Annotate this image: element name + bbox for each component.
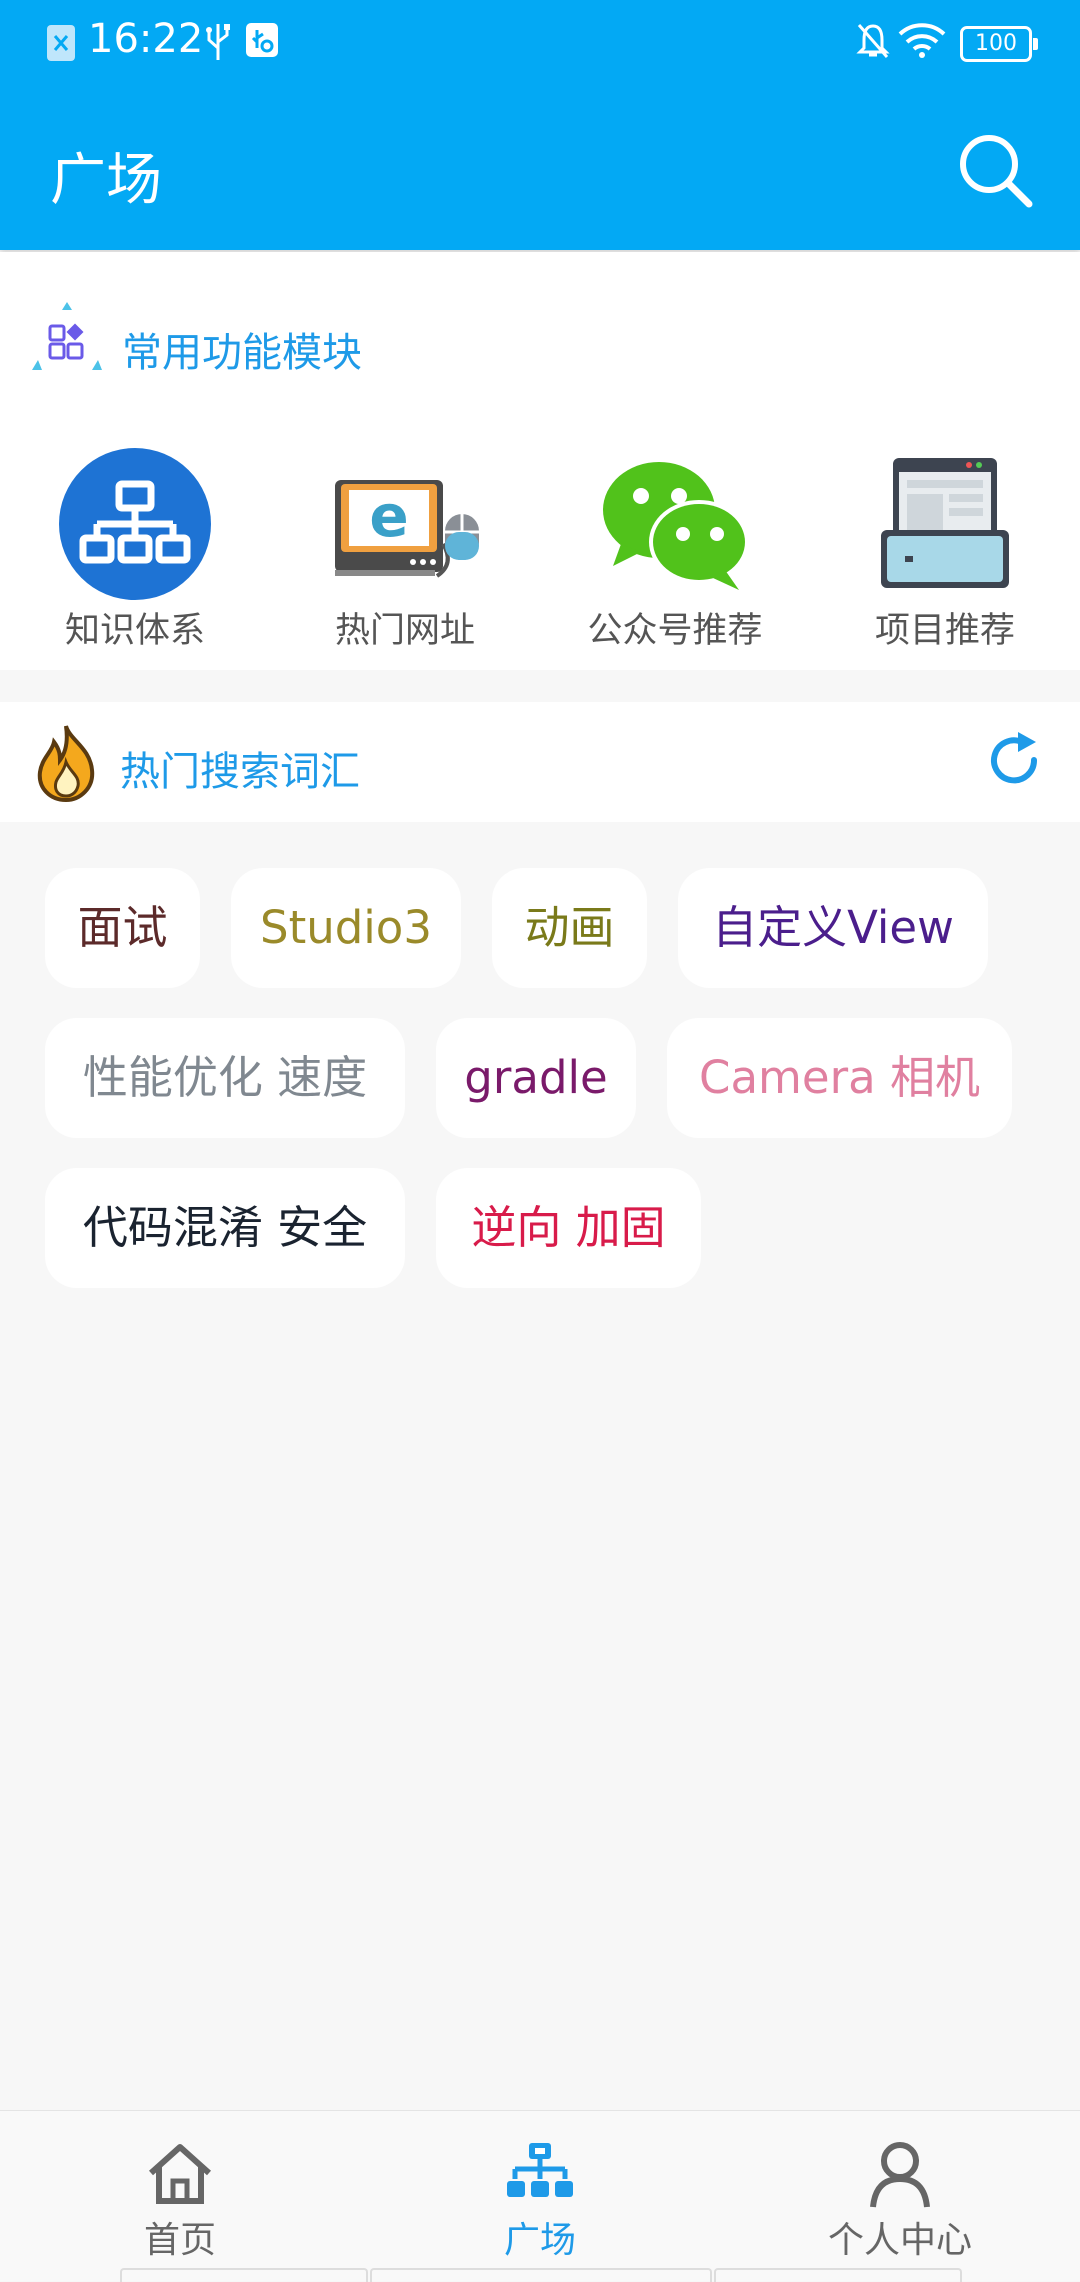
usb-icon — [206, 24, 230, 60]
wifi-icon — [898, 23, 946, 58]
module-label: 公众号推荐 — [587, 611, 763, 651]
hot-tag[interactable]: gradle — [436, 1018, 636, 1138]
modules-section-title: 常用功能模块 — [122, 330, 362, 376]
module-knowledge-system[interactable]: 知识体系 — [0, 444, 270, 674]
hot-tag[interactable]: 性能优化 速度 — [45, 1018, 405, 1138]
hot-tag[interactable]: 面试 — [45, 868, 200, 988]
browser-computer-icon: e — [335, 480, 479, 578]
status-bar: 16:22 100 — [0, 0, 1080, 84]
refresh-icon[interactable] — [984, 730, 1046, 792]
module-label: 热门网址 — [334, 611, 475, 651]
nav-home[interactable]: 首页 — [0, 2111, 360, 2281]
search-icon[interactable] — [955, 130, 1035, 210]
nav-label: 广场 — [503, 2220, 576, 2261]
nav-square[interactable]: 广场 — [360, 2111, 720, 2281]
module-hot-websites[interactable]: e 热门网址 — [270, 444, 540, 674]
person-icon — [870, 2142, 930, 2208]
module-label: 项目推荐 — [874, 611, 1015, 651]
modules-card: 常用功能模块 知识体系 e 热门网址 公众号推荐 项目推荐 — [0, 252, 1080, 670]
nav-profile[interactable]: 个人中心 — [720, 2111, 1080, 2281]
module-label: 知识体系 — [64, 611, 205, 651]
page-title: 广场 — [50, 148, 162, 213]
home-icon — [148, 2144, 212, 2204]
hot-search-title: 热门搜索词汇 — [120, 749, 360, 795]
hot-tag[interactable]: 代码混淆 安全 — [45, 1168, 405, 1288]
hot-tag[interactable]: Camera 相机 — [667, 1018, 1012, 1138]
fire-icon — [37, 725, 95, 802]
project-inbox-icon — [881, 458, 1009, 588]
nav-label: 首页 — [143, 2220, 216, 2261]
usb-debug-icon — [246, 23, 278, 57]
modules-section-icon — [32, 302, 102, 370]
battery-level: 100 — [975, 31, 1017, 56]
app-bar: 16:22 100 广场 — [0, 0, 1080, 250]
module-wechat-recommend[interactable]: 公众号推荐 — [540, 444, 810, 674]
nav-label: 个人中心 — [827, 2220, 972, 2261]
sitemap-icon — [59, 448, 211, 600]
hot-tag[interactable]: 自定义View — [678, 868, 988, 988]
battery-icon: 100 — [960, 26, 1038, 62]
hot-tag[interactable]: 动画 — [492, 868, 647, 988]
mute-icon — [856, 24, 890, 58]
sim-icon — [47, 25, 75, 61]
hot-search-header: 热门搜索词汇 — [0, 702, 1080, 822]
hot-tag[interactable]: 逆向 加固 — [436, 1168, 701, 1288]
square-sitemap-icon — [507, 2143, 573, 2197]
bottom-navigation: 首页 广场 个人中心 — [0, 2110, 1080, 2281]
status-time: 16:22 — [88, 16, 204, 62]
module-project-recommend[interactable]: 项目推荐 — [810, 444, 1080, 674]
hot-tag[interactable]: Studio3 — [231, 868, 461, 988]
svg-text:e: e — [369, 482, 408, 550]
wechat-icon — [603, 462, 749, 590]
